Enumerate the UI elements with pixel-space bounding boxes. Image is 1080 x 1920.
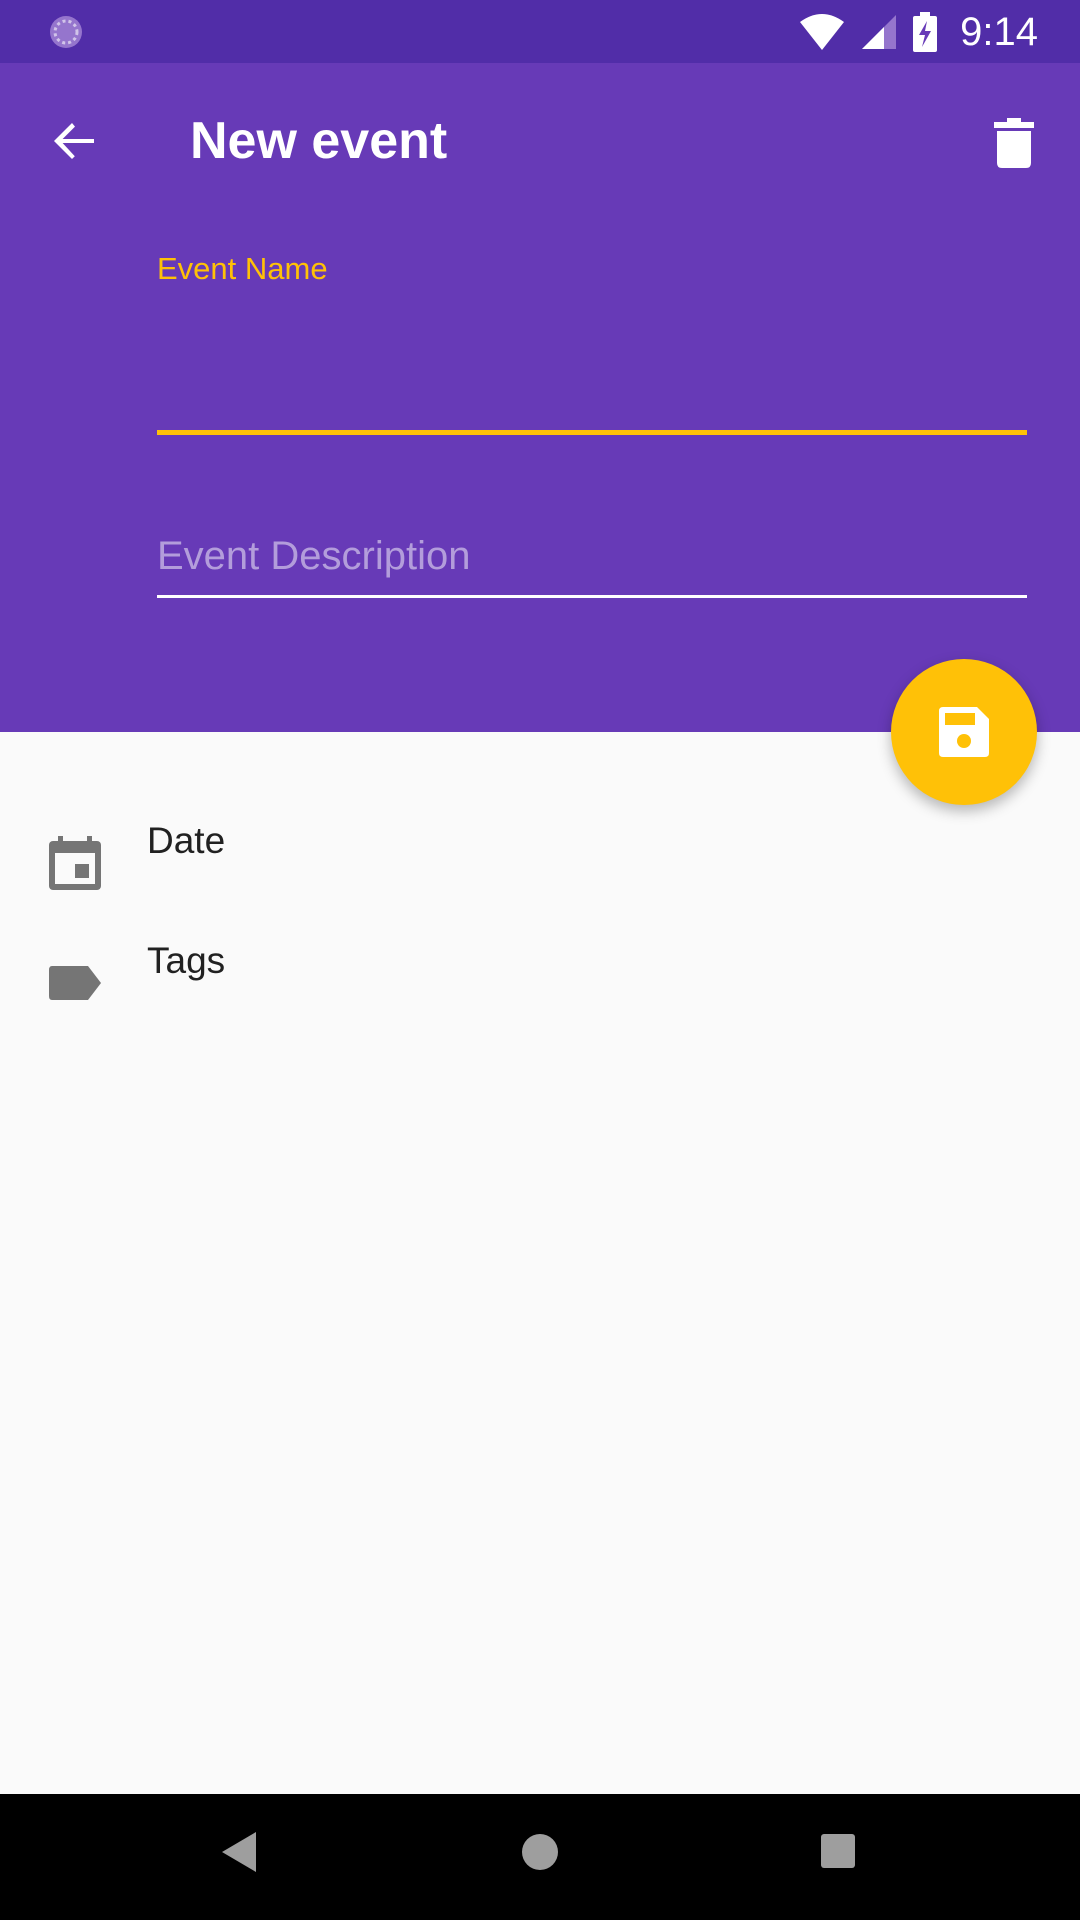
sync-icon bbox=[50, 16, 82, 48]
status-bar: 9:14 bbox=[0, 0, 1080, 63]
nav-home-icon[interactable] bbox=[522, 1834, 558, 1870]
page-title: New event bbox=[190, 112, 448, 170]
arrow-back-icon bbox=[54, 123, 94, 159]
event-description-input[interactable] bbox=[157, 528, 1027, 598]
list-item-tags[interactable]: Tags bbox=[0, 928, 1080, 1038]
save-button[interactable] bbox=[891, 659, 1037, 805]
event-form-header: New event Event Name bbox=[0, 63, 1080, 732]
status-time: 9:14 bbox=[960, 9, 1038, 54]
back-button[interactable] bbox=[36, 103, 112, 179]
event-name-label: Event Name bbox=[157, 251, 328, 286]
battery-charging-icon bbox=[913, 12, 938, 52]
tags-label: Tags bbox=[147, 940, 226, 981]
list-item-date[interactable]: Date bbox=[0, 808, 1080, 918]
save-icon bbox=[939, 707, 989, 757]
status-icons: 9:14 bbox=[798, 8, 1038, 56]
calendar-icon bbox=[49, 836, 101, 890]
signal-icon bbox=[862, 15, 897, 49]
delete-button[interactable] bbox=[974, 103, 1054, 183]
date-label: Date bbox=[147, 820, 226, 861]
event-name-input[interactable] bbox=[157, 303, 1027, 435]
nav-back-icon[interactable] bbox=[222, 1832, 256, 1872]
nav-recents-icon[interactable] bbox=[821, 1834, 855, 1868]
wifi-icon bbox=[800, 14, 845, 50]
label-icon bbox=[49, 966, 101, 1000]
trash-icon bbox=[994, 118, 1034, 168]
system-nav-bar bbox=[0, 1794, 1080, 1920]
